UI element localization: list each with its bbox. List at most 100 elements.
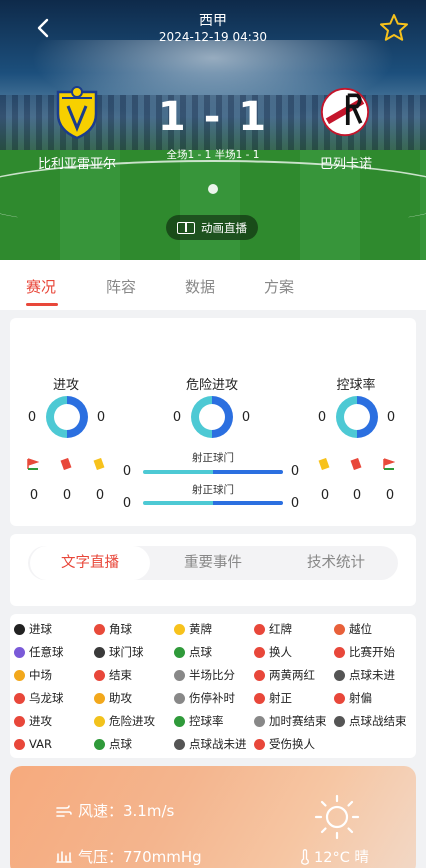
favorite-star-icon[interactable] bbox=[378, 12, 410, 44]
event-legend-card: 进球 角球 黄牌 红牌 越位 任意球 球门球 点球 换人 比赛开始 中场 结束 半场比分 两黄两红 点球未进… bbox=[10, 614, 416, 758]
var-icon bbox=[14, 738, 25, 750]
legend-label: 点球战未进 bbox=[189, 737, 247, 751]
scoreboard: 1-1 bbox=[0, 94, 426, 140]
injury-time-icon bbox=[174, 692, 185, 704]
legend-label: 半场比分 bbox=[189, 668, 235, 682]
legend-label: 射正 bbox=[269, 691, 292, 705]
legend-item-halftime: 中场 bbox=[14, 666, 52, 684]
live-mode-card: 文字直播 重要事件 技术统计 bbox=[10, 534, 416, 606]
goal-icon bbox=[14, 623, 25, 635]
air-pressure: 气压：770mmHg bbox=[78, 848, 202, 866]
shots-on-target-bar bbox=[143, 470, 283, 474]
legend-item-offside: 越位 bbox=[334, 620, 372, 638]
main-tabs: 赛况 阵容 数据 方案 bbox=[0, 260, 426, 310]
possession-donut-chart bbox=[336, 396, 378, 438]
corner-flag-icon bbox=[27, 458, 39, 470]
away-score: 1 bbox=[238, 94, 269, 140]
home-score: 1 bbox=[157, 94, 188, 140]
yellow-card-icon-away bbox=[318, 458, 330, 470]
tab-lineup[interactable]: 阵容 bbox=[106, 276, 136, 297]
legend-label: 进攻 bbox=[29, 714, 52, 728]
legend-label: 点球 bbox=[109, 737, 132, 751]
dangerous-attack-label: 危险进攻 bbox=[185, 378, 238, 393]
attack-icon bbox=[14, 715, 25, 727]
tab-tech-stats[interactable]: 技术统计 bbox=[276, 546, 396, 580]
tab-plan[interactable]: 方案 bbox=[264, 276, 294, 297]
legend-item-var: VAR bbox=[14, 735, 52, 753]
legend-item-free-kick: 任意球 bbox=[14, 643, 64, 661]
legend-item-attack: 进攻 bbox=[14, 712, 52, 730]
pressure-row: 气压：770mmHg bbox=[56, 846, 202, 867]
legend-label: 黄牌 bbox=[189, 622, 212, 636]
wind-icon bbox=[56, 804, 72, 817]
legend-label: 点球未进 bbox=[349, 668, 395, 682]
substitution-icon bbox=[254, 646, 265, 658]
attack-home-value: 0 bbox=[27, 410, 37, 425]
legend-item-half-score: 半场比分 bbox=[174, 666, 235, 684]
possession-away-value: 0 bbox=[386, 410, 396, 425]
legend-item-shootout-end: 点球战结束 bbox=[334, 712, 407, 730]
half-score-icon bbox=[174, 669, 185, 681]
possession-label: 控球率 bbox=[336, 378, 376, 393]
legend-item-penalty-miss: 点球未进 bbox=[334, 666, 395, 684]
animation-live-button[interactable]: 动画直播 bbox=[166, 215, 258, 240]
shots-on-target-away-value: 0 bbox=[290, 464, 300, 479]
match-stats-card: 进攻 0 0 危险进攻 0 0 控球率 0 0 0 0 0 射正球门 0 0 射… bbox=[10, 318, 416, 526]
tab-match-status[interactable]: 赛况 bbox=[26, 276, 56, 297]
shot-on-target-icon bbox=[254, 692, 265, 704]
home-red-cards-value: 0 bbox=[62, 488, 72, 503]
tab-text-live[interactable]: 文字直播 bbox=[30, 546, 150, 580]
home-yellow-cards-value: 0 bbox=[95, 488, 105, 503]
legend-item-kickoff: 比赛开始 bbox=[334, 643, 395, 661]
legend-item-extra-time-end: 加时赛结束 bbox=[254, 712, 327, 730]
shots-on-target-home-value: 0 bbox=[122, 464, 132, 479]
legend-label: 助攻 bbox=[109, 691, 132, 705]
shootout-end-icon bbox=[334, 715, 345, 727]
yellow-card-icon bbox=[174, 623, 185, 635]
shots-on-target-home-value-2: 0 bbox=[122, 496, 132, 511]
penalty-2-icon bbox=[94, 738, 105, 750]
red-card-icon bbox=[254, 623, 265, 635]
attack-label: 进攻 bbox=[52, 378, 79, 393]
corner-icon bbox=[94, 623, 105, 635]
legend-item-corner: 角球 bbox=[94, 620, 132, 638]
own-goal-icon bbox=[14, 692, 25, 704]
legend-item-injury-time: 伤停补时 bbox=[174, 689, 235, 707]
legend-label: 射偏 bbox=[349, 691, 372, 705]
legend-item-injury-sub: 受伤换人 bbox=[254, 735, 315, 753]
shots-on-target-bar-2 bbox=[143, 501, 283, 505]
legend-label: 球门球 bbox=[109, 645, 144, 659]
dangerous-attack-icon bbox=[94, 715, 105, 727]
full-time-icon bbox=[94, 669, 105, 681]
legend-item-penalty-2: 点球 bbox=[94, 735, 132, 753]
legend-item-shot-off-target: 射偏 bbox=[334, 689, 372, 707]
pitch-icon bbox=[177, 221, 195, 234]
away-corners-value: 0 bbox=[385, 488, 395, 503]
penalty-icon bbox=[174, 646, 185, 658]
legend-label: 换人 bbox=[269, 645, 292, 659]
pressure-icon bbox=[56, 850, 72, 863]
kickoff-icon bbox=[334, 646, 345, 658]
legend-label: 越位 bbox=[349, 622, 372, 636]
free-kick-icon bbox=[14, 646, 25, 658]
penalty-miss-icon bbox=[334, 669, 345, 681]
legend-item-own-goal: 乌龙球 bbox=[14, 689, 64, 707]
attack-away-value: 0 bbox=[96, 410, 106, 425]
shots-on-target-label-2: 射正球门 bbox=[192, 484, 234, 496]
legend-label: 进球 bbox=[29, 622, 52, 636]
legend-item-substitution: 换人 bbox=[254, 643, 292, 661]
legend-label: 结束 bbox=[109, 668, 132, 682]
legend-label: VAR bbox=[29, 737, 52, 751]
temperature-weather: 12°C 晴 bbox=[314, 850, 369, 866]
legend-item-penalty: 点球 bbox=[174, 643, 212, 661]
possession-home-value: 0 bbox=[317, 410, 327, 425]
red-card-icon bbox=[60, 458, 72, 470]
sunny-icon bbox=[314, 794, 360, 840]
legend-item-possession: 控球率 bbox=[174, 712, 224, 730]
tab-data[interactable]: 数据 bbox=[185, 276, 215, 297]
assist-icon bbox=[94, 692, 105, 704]
legend-item-red-card: 红牌 bbox=[254, 620, 292, 638]
animation-live-label: 动画直播 bbox=[201, 220, 247, 235]
tab-key-events[interactable]: 重要事件 bbox=[153, 546, 273, 580]
halftime-icon bbox=[14, 669, 25, 681]
